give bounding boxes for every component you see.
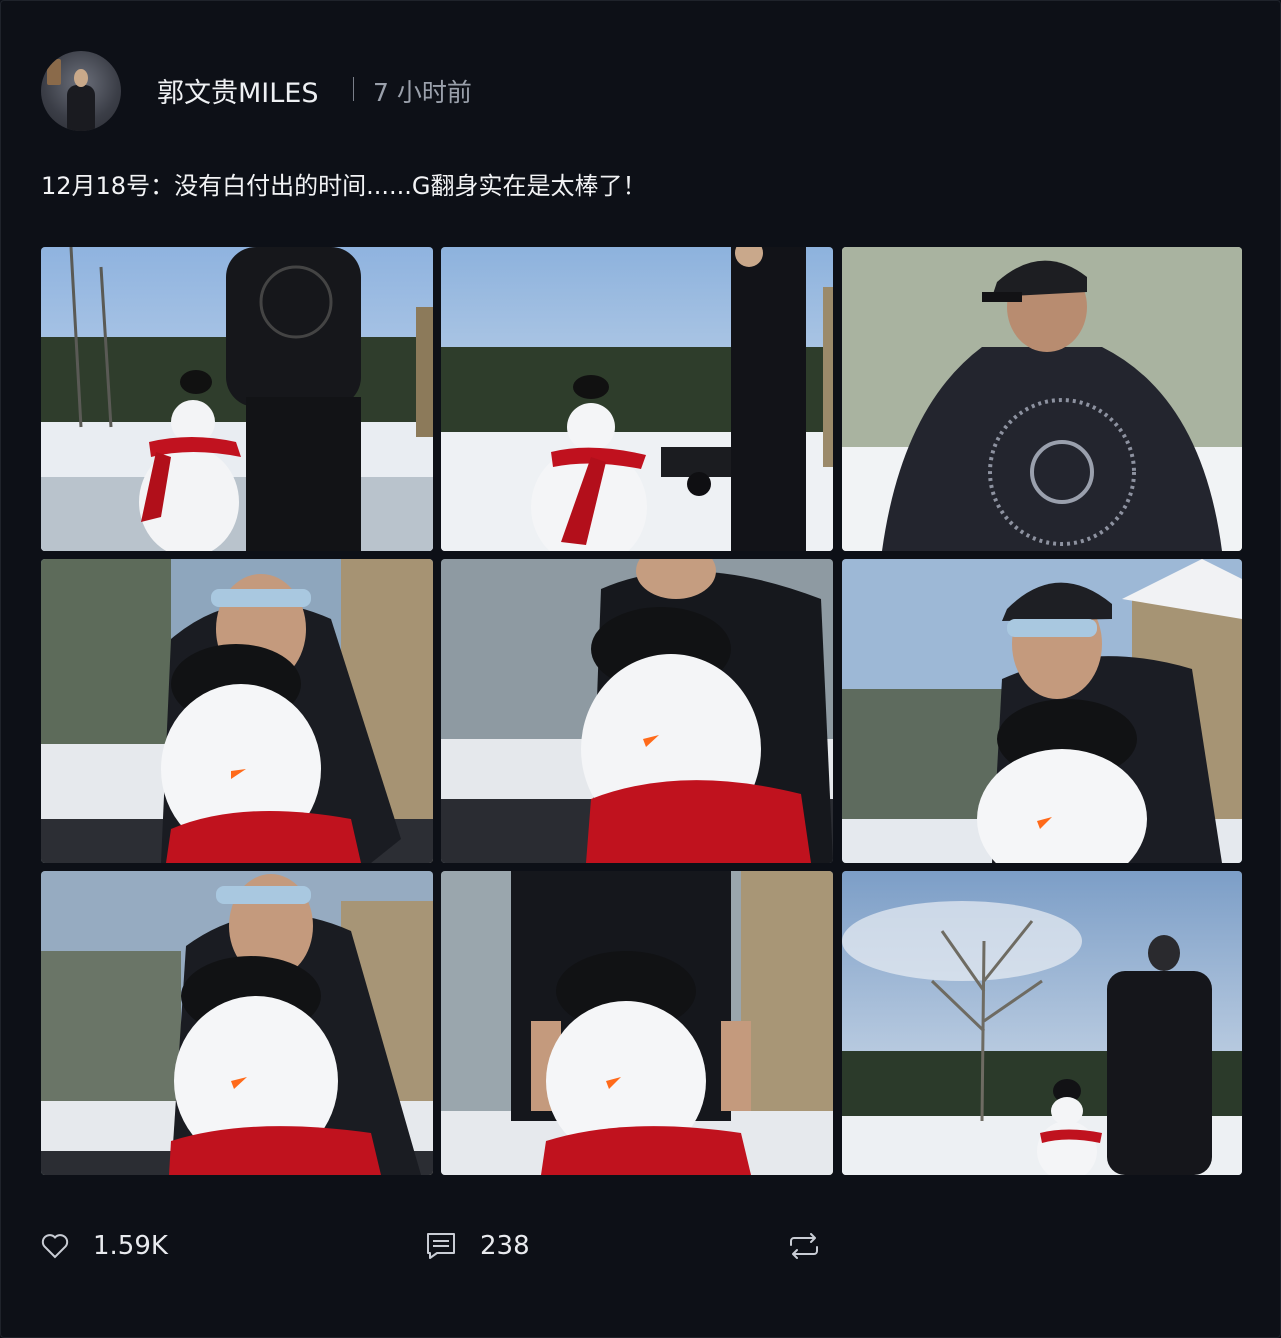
comment-button[interactable]: 238: [426, 1221, 530, 1271]
photo-7[interactable]: [41, 871, 433, 1175]
repost-button[interactable]: [788, 1221, 820, 1271]
post-text: 12月18号：没有白付出的时间......G翻身实在是太棒了！: [41, 172, 647, 200]
photo-grid: [41, 247, 1242, 1175]
avatar-figure: [67, 85, 95, 131]
photo-3[interactable]: [842, 247, 1242, 551]
comment-icon: [427, 1233, 455, 1259]
comment-count: 238: [480, 1231, 530, 1261]
avatar-frame: [47, 59, 61, 85]
heart-icon: [41, 1234, 69, 1259]
photo-2[interactable]: [441, 247, 833, 551]
photo-8[interactable]: [441, 871, 833, 1175]
photo-5[interactable]: [441, 559, 833, 863]
post-card: 郭文贵MILES 7 小时前 12月18号：没有白付出的时间......G翻身实…: [0, 0, 1281, 1338]
repost-icon: [790, 1233, 818, 1259]
post-time: 7 小时前: [373, 78, 472, 107]
avatar-head: [74, 69, 88, 87]
action-bar: 1.59K 238: [1, 1221, 1281, 1271]
header-divider: [353, 77, 354, 101]
like-count: 1.59K: [93, 1231, 168, 1261]
photo-9[interactable]: [842, 871, 1242, 1175]
username[interactable]: 郭文贵MILES: [157, 71, 319, 110]
avatar[interactable]: [41, 51, 121, 131]
photo-6[interactable]: [842, 559, 1242, 863]
photo-1[interactable]: [41, 247, 433, 551]
photo-4[interactable]: [41, 559, 433, 863]
like-button[interactable]: 1.59K: [41, 1221, 168, 1271]
